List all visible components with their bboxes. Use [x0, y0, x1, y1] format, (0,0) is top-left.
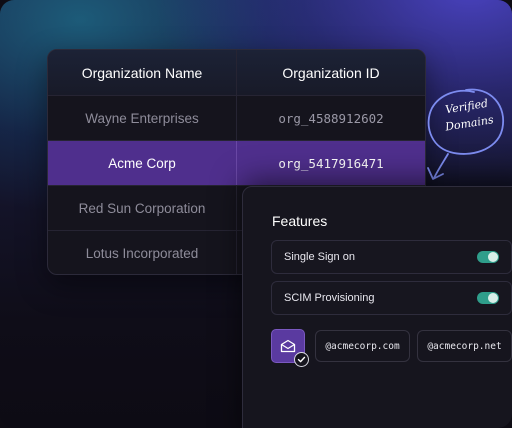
verified-domains-annotation: Verified Domains: [418, 82, 512, 186]
features-title: Features: [272, 213, 328, 229]
organization-id-cell: org_5417916471: [278, 155, 384, 171]
organization-name-cell: Wayne Enterprises: [48, 96, 237, 140]
feature-row-scim-provisioning: SCIM Provisioning: [271, 281, 512, 315]
organization-name-cell: Lotus Incorporated: [48, 231, 237, 274]
feature-row-single-sign-on: Single Sign on: [271, 240, 512, 274]
feature-label: Single Sign on: [284, 251, 355, 263]
features-panel: Features Single Sign on SCIM Provisionin…: [242, 186, 512, 428]
table-row[interactable]: Wayne Enterprises org_4588912602: [48, 96, 425, 141]
table-header-row: Organization Name Organization ID: [48, 50, 425, 96]
domain-chip[interactable]: @acmecorp.com: [315, 330, 410, 362]
table-row-selected[interactable]: Acme Corp org_5417916471: [48, 141, 425, 186]
organization-name-cell: Acme Corp: [48, 141, 237, 185]
app-stage: Organization Name Organization ID Wayne …: [0, 0, 512, 428]
check-icon: [294, 352, 309, 367]
single-sign-on-toggle[interactable]: [477, 251, 499, 263]
organization-id-cell: org_4588912602: [278, 110, 384, 126]
scim-provisioning-toggle[interactable]: [477, 292, 499, 304]
organization-name-cell: Red Sun Corporation: [48, 186, 237, 230]
column-header-organization-id: Organization ID: [282, 64, 380, 81]
feature-label: SCIM Provisioning: [284, 292, 375, 304]
column-header-organization-name: Organization Name: [48, 50, 237, 95]
domain-chip[interactable]: @acmecorp.net: [417, 330, 512, 362]
